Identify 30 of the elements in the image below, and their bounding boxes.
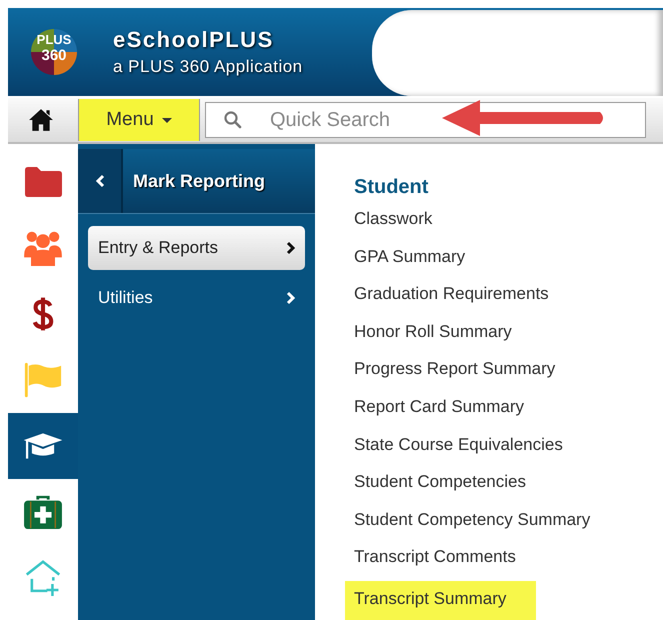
module-tab[interactable] [8, 413, 78, 479]
chevron-left-icon [94, 174, 104, 188]
menu-link[interactable]: GPA Summary [354, 242, 470, 280]
submenu-item[interactable]: Utilities [88, 276, 305, 320]
menu-link[interactable]: Graduation Requirements [354, 280, 553, 318]
app-subtitle: a PLUS 360 Application [113, 57, 303, 77]
submenu-item[interactable]: Entry & Reports [88, 226, 305, 270]
people-icon [23, 230, 63, 266]
menu-button[interactable]: Menu [78, 99, 200, 141]
chevron-right-icon [285, 291, 295, 305]
menu-link[interactable]: Classwork [354, 205, 436, 243]
home-icon[interactable] [28, 108, 54, 132]
menu-link[interactable]: Report Card Summary [354, 392, 528, 431]
first-aid-kit-icon [23, 494, 63, 530]
menu-link[interactable]: Honor Roll Summary [354, 318, 516, 356]
panel-title: Mark Reporting [133, 170, 266, 192]
menu-link[interactable]: Transcript Summary [345, 580, 536, 620]
menu-link[interactable]: Student Competency Summary [354, 506, 594, 544]
app-title: eSchoolPLUS [113, 27, 275, 53]
menu-link[interactable]: Progress Report Summary [354, 355, 560, 393]
logo-text: 360 [41, 48, 67, 64]
section-heading: Student [354, 176, 428, 199]
menu-link[interactable]: Transcript Comments [354, 543, 520, 581]
folder-icon [23, 164, 63, 200]
house-plus-icon [23, 560, 63, 596]
menu-link[interactable]: State Course Equivalencies [354, 430, 567, 468]
flag-icon [23, 362, 63, 398]
menu-link[interactable]: Student Competencies [354, 468, 530, 506]
chevron-right-icon [285, 241, 295, 255]
caret-icon [162, 118, 172, 122]
